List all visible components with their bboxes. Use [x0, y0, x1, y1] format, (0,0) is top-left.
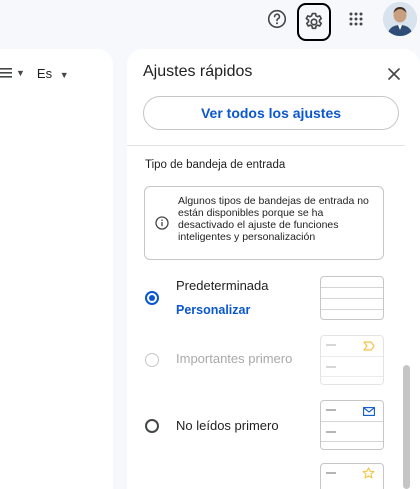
settings-button[interactable]: [297, 3, 331, 41]
google-apps-button[interactable]: [340, 3, 372, 35]
language-label: Es: [36, 65, 53, 81]
radio-unread-first[interactable]: [145, 419, 159, 433]
customize-link[interactable]: Personalizar: [176, 303, 250, 317]
option-label: No leídos primero: [176, 418, 279, 433]
language-selector[interactable]: Es ▼: [37, 66, 69, 81]
account-avatar[interactable]: [383, 2, 417, 36]
option-label: Predeterminada: [176, 278, 269, 293]
user-avatar: [383, 2, 417, 36]
close-button[interactable]: [384, 64, 404, 84]
important-marker-icon: [363, 341, 375, 351]
density-lines-icon: [0, 68, 12, 78]
see-all-settings-label: Ver todos los ajustes: [200, 105, 342, 121]
chevron-down-icon: ▼: [16, 68, 25, 78]
info-notice: Algunos tipos de bandejas de entrada no …: [144, 186, 384, 260]
chevron-down-icon: ▼: [59, 69, 69, 80]
help-circle-icon: [267, 9, 287, 29]
top-bar: [0, 0, 420, 48]
unread-first-thumbnail: [320, 400, 384, 450]
info-text: Algunos tipos de bandejas de entrada no …: [178, 195, 369, 243]
apps-grid-icon: [349, 12, 363, 26]
important-first-thumbnail: [320, 335, 384, 385]
star-icon: [362, 467, 375, 479]
density-selector[interactable]: ▼: [0, 68, 25, 78]
panel-title: Ajustes rápidos: [143, 63, 253, 80]
starred-first-thumbnail: [320, 463, 384, 489]
inbox-type-heading: Tipo de bandeja de entrada: [145, 159, 286, 171]
radio-important-first-disabled: [145, 353, 159, 367]
close-icon: [388, 68, 400, 80]
mail-toolbar: ▼ Es ▼: [0, 63, 69, 83]
divider: [127, 145, 405, 146]
option-label: Importantes primero: [176, 351, 293, 366]
quick-settings-panel: Ajustes rápidos Ver todos los ajustes Ti…: [127, 49, 420, 489]
radio-default-checked[interactable]: [145, 291, 159, 305]
see-all-settings-button[interactable]: Ver todos los ajustes: [143, 96, 399, 130]
default-inbox-thumbnail: [320, 276, 384, 320]
mail-envelope-icon: [363, 407, 375, 416]
info-icon: [155, 216, 169, 230]
help-button[interactable]: [261, 3, 293, 35]
panel-scrollbar[interactable]: [403, 365, 410, 489]
gear-icon: [305, 12, 323, 30]
mail-list-panel: ▼ Es ▼: [0, 49, 113, 489]
